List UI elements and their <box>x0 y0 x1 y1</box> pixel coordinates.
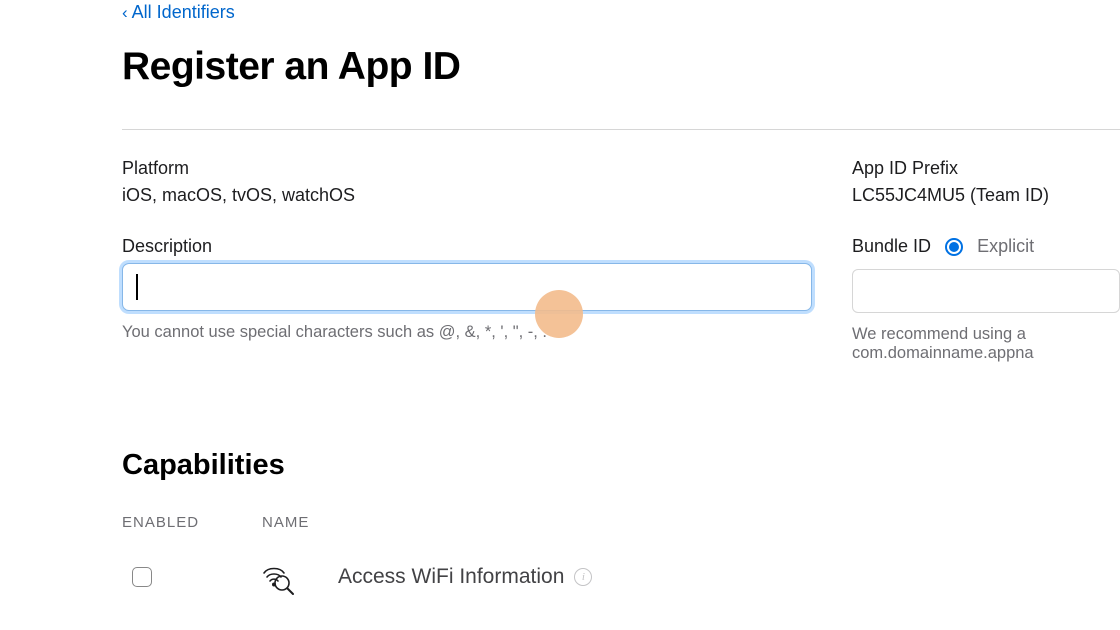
divider <box>122 129 1120 130</box>
text-cursor <box>136 274 138 300</box>
bundle-explicit-radio[interactable] <box>945 238 963 256</box>
prefix-value: LC55JC4MU5 (Team ID) <box>852 185 1120 206</box>
capabilities-title: Capabilities <box>122 449 1120 482</box>
page-title: Register an App ID <box>122 45 1120 89</box>
back-link[interactable]: ‹ All Identifiers <box>122 2 235 23</box>
platform-label: Platform <box>122 158 812 179</box>
col-name: NAME <box>262 514 309 531</box>
wifi-search-icon <box>254 557 302 597</box>
bundle-explicit-label: Explicit <box>977 236 1034 257</box>
bundle-id-input[interactable] <box>852 269 1120 313</box>
description-input[interactable] <box>122 263 812 311</box>
capability-checkbox[interactable] <box>132 567 152 587</box>
back-link-label: All Identifiers <box>132 2 235 23</box>
prefix-label: App ID Prefix <box>852 158 1120 179</box>
capabilities-header: ENABLED NAME <box>122 514 1120 531</box>
col-enabled: ENABLED <box>122 514 199 531</box>
bundle-hint-line2: com.domainname.appna <box>852 344 1034 362</box>
description-label: Description <box>122 236 812 257</box>
capability-name: Access WiFi Information <box>338 565 564 589</box>
bundle-hint-line1: We recommend using a <box>852 325 1026 343</box>
platform-value: iOS, macOS, tvOS, watchOS <box>122 185 812 206</box>
capability-row: Access WiFi Information i <box>122 557 1120 597</box>
bundle-label: Bundle ID <box>852 236 931 257</box>
info-icon[interactable]: i <box>574 568 592 586</box>
description-hint: You cannot use special characters such a… <box>122 323 812 342</box>
chevron-left-icon: ‹ <box>122 3 128 23</box>
